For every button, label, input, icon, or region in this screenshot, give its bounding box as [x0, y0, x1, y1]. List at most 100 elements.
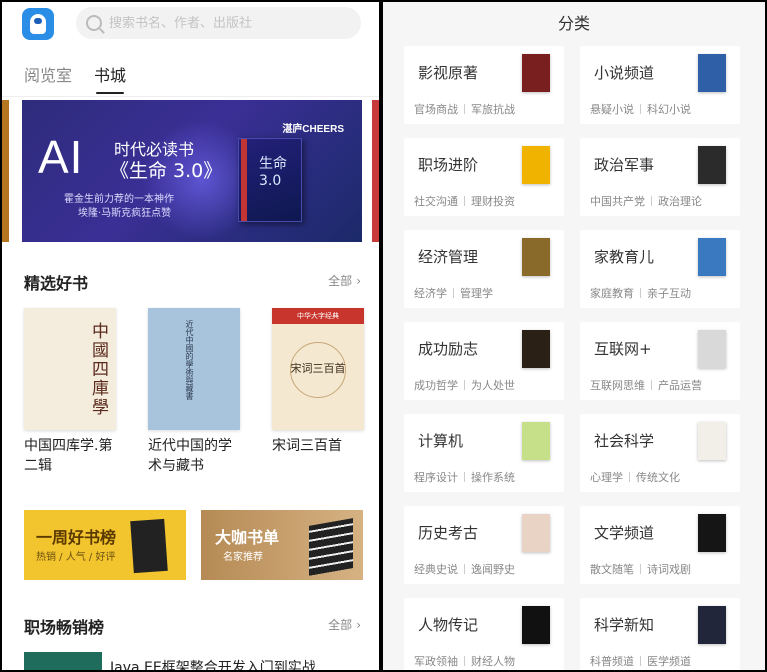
subcategory-separator — [640, 656, 641, 666]
app-logo-icon[interactable] — [22, 8, 54, 40]
subcategory-link[interactable]: 经典史说 — [414, 563, 458, 576]
bestseller-more-link[interactable]: 全部 › — [328, 616, 361, 633]
subcategory-link[interactable]: 军政领袖 — [414, 655, 458, 668]
category-name: 小说频道 — [594, 64, 655, 82]
weekly-top-books-card[interactable]: 一周好书榜 热销 / 人气 / 好评 — [24, 510, 186, 580]
book-title: 宋词三百首 — [272, 438, 342, 454]
subcategory-link[interactable]: 操作系统 — [471, 471, 515, 484]
category-card[interactable]: 职场进阶社交沟通 理财投资 — [404, 138, 564, 216]
book-title: 近代中国的学术与藏书 — [148, 438, 232, 474]
category-card[interactable]: 经济管理 经济学 管理学 — [404, 230, 564, 308]
subcategory-link[interactable]: 诗词戏剧 — [647, 563, 691, 576]
category-card[interactable]: 成功励志 成功哲学 为人处世 — [404, 322, 564, 400]
promo-subtitle: 热销 / 人气 / 好评 — [36, 552, 116, 563]
tab-reading-room[interactable]: 阅览室 — [24, 62, 72, 94]
subcategory-link[interactable]: 管理学 — [460, 287, 493, 300]
top-tabs: 阅览室 书城 — [24, 62, 126, 94]
cover-text: 宋词三百首 — [290, 362, 346, 375]
category-book-cover — [522, 514, 550, 552]
search-bar[interactable] — [76, 7, 361, 39]
category-name: 职场进阶 — [418, 156, 479, 174]
category-name: 科学新知 — [594, 616, 655, 634]
book-card[interactable]: 中华大字经典 宋词三百首 宋词三百首 — [272, 308, 364, 456]
featured-more-link[interactable]: 全部 › — [328, 272, 361, 289]
promo-title: 大咖书单 — [215, 528, 280, 547]
category-book-cover — [522, 330, 550, 368]
category-panel: 分类 影视原著 官场商战 军旅抗战 小说频道 悬疑小说 科幻小说 职场进阶 社交沟通 理财投资政… — [383, 2, 765, 670]
promo-book-image — [309, 518, 353, 576]
subcategory-link[interactable]: 散文随笔 — [590, 563, 634, 576]
category-subcategories: 悬疑小说 科幻小说 — [590, 101, 691, 117]
banner-subtitle-1: 霍金生前力荐的一本神作 — [64, 194, 174, 205]
featured-more-label: 全部 — [328, 274, 353, 288]
subcategory-link[interactable]: 产品运营 — [658, 379, 702, 392]
subcategory-link[interactable]: 逸闻野史 — [471, 563, 515, 576]
chevron-right-icon: › — [356, 618, 361, 632]
subcategory-link[interactable]: 官场商战 — [414, 103, 458, 116]
category-card[interactable]: 人物传记 军政领袖 财经人物 — [404, 598, 564, 670]
subcategory-link[interactable]: 军旅抗战 — [471, 103, 515, 116]
subcategory-separator — [640, 104, 641, 114]
subcategory-link[interactable]: 亲子互动 — [647, 287, 691, 300]
category-card[interactable]: 历史考古经典史说 逸闻野史 — [404, 506, 564, 584]
book-cover: 中华大字经典 宋词三百首 — [272, 308, 364, 430]
category-card[interactable]: 社会科学心理学 传统文化 — [580, 414, 740, 492]
subcategory-link[interactable]: 悬疑小说 — [590, 103, 634, 116]
subcategory-separator — [464, 380, 465, 390]
subcategory-separator — [464, 472, 465, 482]
bestseller-section-title: 职场畅销榜 — [24, 618, 105, 637]
subcategory-link[interactable]: 医学频道 — [647, 655, 691, 668]
category-book-cover — [522, 238, 550, 276]
category-book-cover — [522, 422, 550, 460]
bestseller-more-label: 全部 — [328, 618, 353, 632]
category-subcategories: 心理学 传统文化 — [590, 469, 680, 485]
subcategory-link[interactable]: 心理学 — [590, 471, 623, 484]
subcategory-link[interactable]: 财经人物 — [471, 655, 515, 668]
category-card[interactable]: 小说频道悬疑小说 科幻小说 — [580, 46, 740, 124]
subcategory-link[interactable]: 成功哲学 — [414, 379, 458, 392]
subcategory-link[interactable]: 为人处世 — [471, 379, 515, 392]
bookstore-panel: 阅览室 书城 AI 时代必读书 《生命 3.0》 湛庐CHEERS 霍金生前力荐… — [2, 2, 379, 670]
book-card[interactable]: 中國四庫學 中国四库学.第二辑 — [24, 308, 116, 476]
subcategory-link[interactable]: 程序设计 — [414, 471, 458, 484]
category-name: 历史考古 — [418, 524, 479, 542]
book-cover: 近代中國的學術與藏書 — [148, 308, 240, 430]
subcategory-link[interactable]: 政治理论 — [658, 195, 702, 208]
cover-band: 中华大字经典 — [272, 308, 364, 324]
banner-next-peek[interactable] — [372, 100, 379, 242]
subcategory-link[interactable]: 家庭教育 — [590, 287, 634, 300]
subcategory-link[interactable]: 科普频道 — [590, 655, 634, 668]
promo-subtitle: 名家推荐 — [223, 552, 263, 563]
banner-line2: 《生命 3.0》 — [110, 160, 223, 182]
category-card[interactable]: 影视原著官场商战 军旅抗战 — [404, 46, 564, 124]
category-name: 社会科学 — [594, 432, 655, 450]
search-icon — [86, 15, 102, 31]
subcategory-link[interactable]: 社交沟通 — [414, 195, 458, 208]
subcategory-link[interactable]: 互联网思维 — [590, 379, 645, 392]
list-item[interactable]: Java EE框架整合开发入门到实战... — [24, 652, 329, 670]
banner-prev-peek[interactable] — [2, 100, 9, 242]
expert-booklist-card[interactable]: 大咖书单 名家推荐 — [201, 510, 363, 580]
category-card[interactable]: 家教育儿 家庭教育 亲子互动 — [580, 230, 740, 308]
subcategory-link[interactable]: 理财投资 — [471, 195, 515, 208]
subcategory-separator — [453, 288, 454, 298]
category-card[interactable]: 文学频道 散文随笔 诗词戏剧 — [580, 506, 740, 584]
promo-banner[interactable]: AI 时代必读书 《生命 3.0》 湛庐CHEERS 霍金生前力荐的一本神作 埃… — [22, 100, 362, 242]
subcategory-link[interactable]: 传统文化 — [636, 471, 680, 484]
category-card[interactable]: 计算机 程序设计 操作系统 — [404, 414, 564, 492]
category-card[interactable]: 科学新知科普频道 医学频道 — [580, 598, 740, 670]
book-title: 中国四库学.第二辑 — [24, 438, 113, 474]
subcategory-link[interactable]: 经济学 — [414, 287, 447, 300]
category-subcategories: 程序设计 操作系统 — [414, 469, 515, 485]
search-input[interactable] — [109, 15, 339, 31]
category-subcategories: 中国共产党 政治理论 — [590, 193, 702, 209]
subcategory-separator — [464, 656, 465, 666]
subcategory-link[interactable]: 科幻小说 — [647, 103, 691, 116]
category-name: 影视原著 — [418, 64, 479, 82]
book-card[interactable]: 近代中國的學術與藏書 近代中国的学术与藏书 — [148, 308, 240, 476]
subcategory-separator — [464, 564, 465, 574]
category-card[interactable]: 政治军事 中国共产党 政治理论 — [580, 138, 740, 216]
category-card[interactable]: 互联网+ 互联网思维 产品运营 — [580, 322, 740, 400]
subcategory-link[interactable]: 中国共产党 — [590, 195, 645, 208]
tab-bookstore[interactable]: 书城 — [94, 62, 126, 94]
